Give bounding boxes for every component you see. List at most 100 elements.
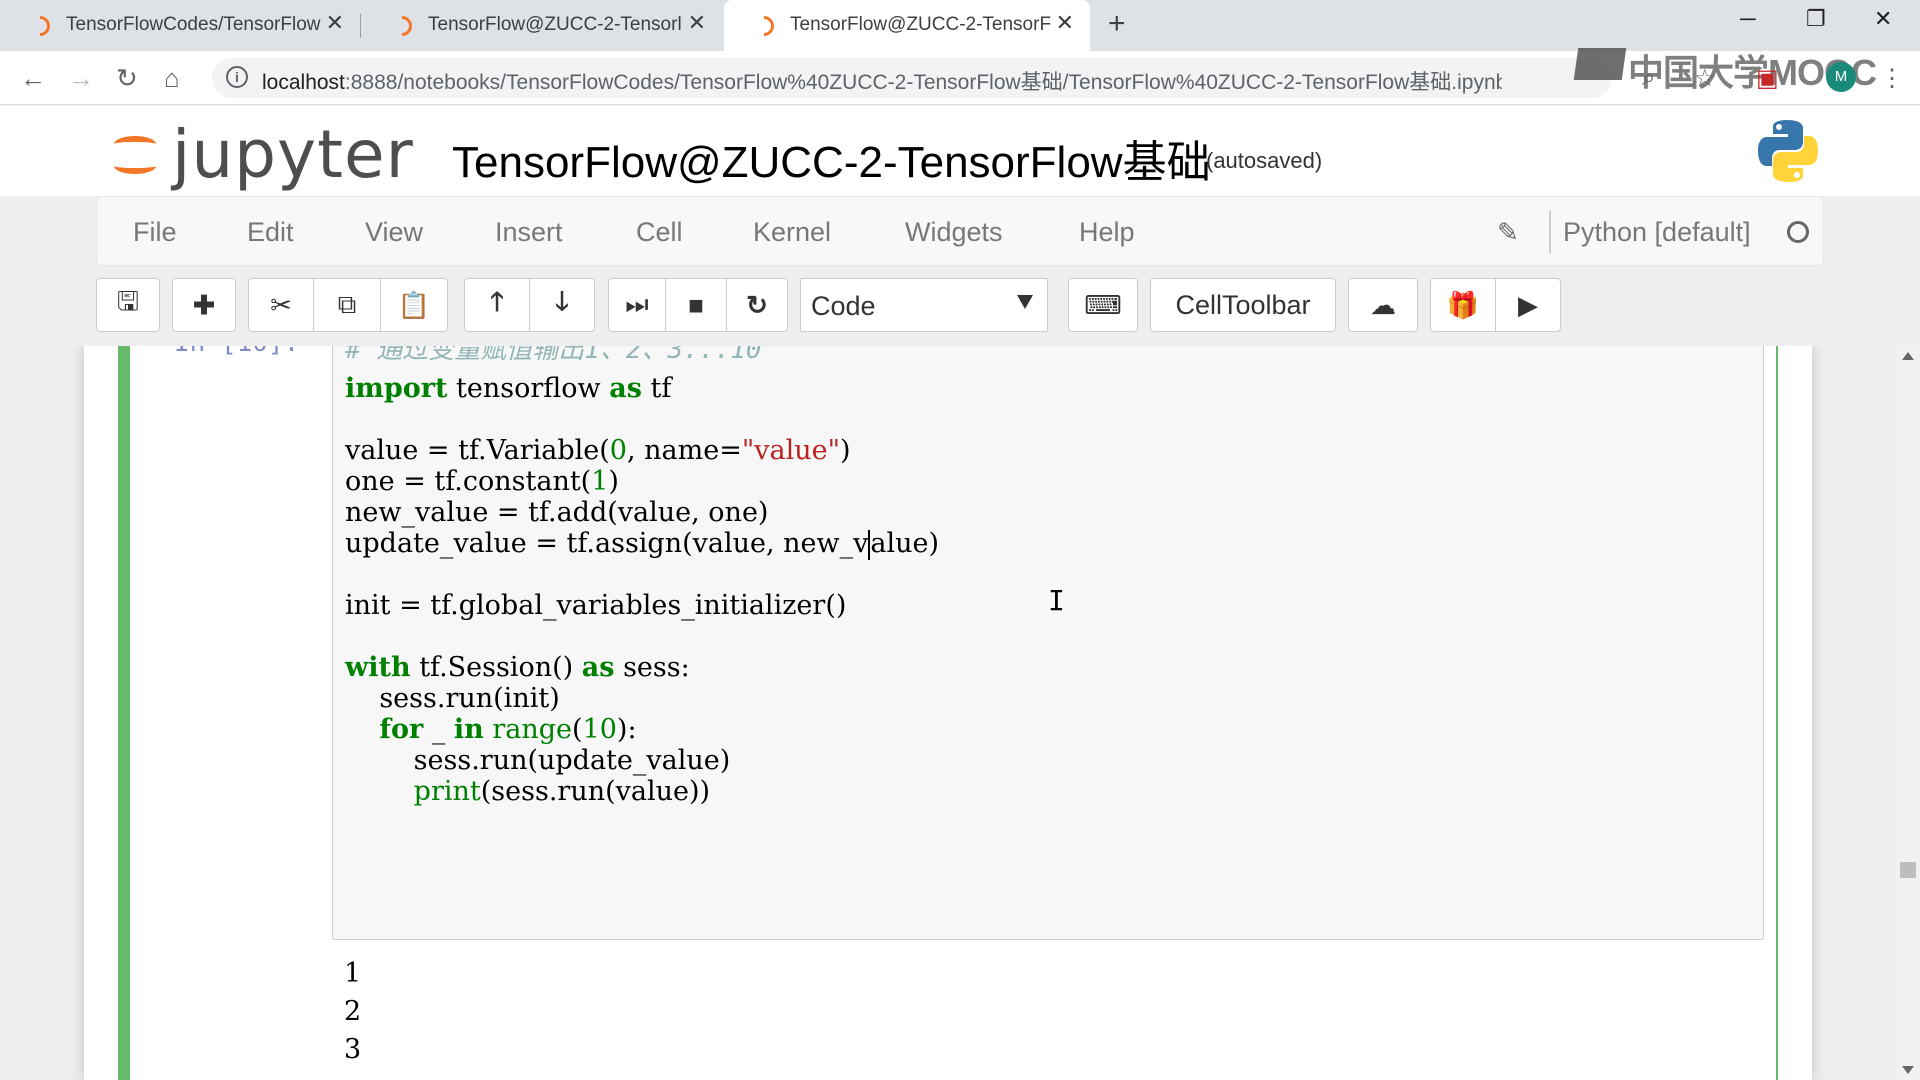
jupyter-favicon-icon [25,11,55,41]
menu-cell[interactable]: Cell [636,217,683,248]
mooc-logo-icon [1573,48,1627,80]
keyboard-icon: ⌨ [1084,289,1122,320]
paste-button[interactable]: 📋 [380,278,448,332]
avatar[interactable]: M [1826,62,1856,92]
reload-icon[interactable]: ↻ [116,63,138,94]
floppy-disk-icon: 🖫 [116,286,140,316]
extension-icon[interactable]: ▣ [1756,64,1779,93]
arrow-down-icon: 🡓 [555,286,569,316]
output-line: 1 [344,958,362,989]
browser-tab-2[interactable]: TensorFlow@ZUCC-2-Tensorl ✕ [362,0,722,51]
more-menu-icon[interactable]: ⋮ [1880,64,1904,93]
bookmark-star-icon[interactable]: ☆ [1694,64,1716,93]
code-line-11: sess.run(init) [345,683,560,714]
url-field[interactable]: i localhost:8888/notebooks/TensorFlowCod… [212,58,1612,98]
python-logo-icon [1758,120,1818,182]
code-line-10: with tf.Session() as sess: [345,652,690,683]
close-icon[interactable]: ✕ [326,10,344,36]
move-down-button[interactable]: 🡓 [529,278,595,332]
tab-title: TensorFlow@ZUCC-2-Tensorl [428,14,682,35]
new-tab-button[interactable]: + [1108,7,1126,41]
output-line: 3 [344,1034,362,1065]
upload-button[interactable]: ☁ [1348,278,1418,332]
menu-insert[interactable]: Insert [495,217,563,248]
close-window-icon[interactable]: ✕ [1874,6,1892,32]
plus-icon: ✚ [193,289,215,320]
code-line-12: for _ in range(10): [379,714,637,745]
code-line-14: print(sess.run(value)) [413,776,711,807]
scrollbar-thumb[interactable] [1900,862,1916,878]
zoom-icon[interactable]: ⌕ [1642,64,1655,92]
play-icon: ▶ [1518,289,1538,320]
jupyter-header: jupyter TensorFlow@ZUCC-2-TensorFlow基础 (… [0,106,1920,196]
kernel-name[interactable]: Python [default] [1563,217,1751,248]
stop-icon: ■ [688,289,704,320]
info-icon[interactable]: i [226,66,248,88]
paste-icon: 📋 [397,289,431,320]
back-arrow-icon[interactable]: ← [20,63,46,94]
close-icon[interactable]: ✕ [688,10,706,36]
output-line: 2 [344,996,362,1027]
code-editor[interactable]: # 通过变量赋值输出1、2、3...10 import tensorflow a… [332,346,1764,940]
notebook-toolbar: 🖫 ✚ ✂ ⧉ 📋 🡑 🡓 ⏭ ■ ↻ Code ⌨ CellToolbar ☁… [96,278,1824,334]
jupyter-logo[interactable]: jupyter [112,116,414,193]
step-forward-icon: ⏭ [625,289,649,319]
jupyter-favicon-icon [749,11,779,41]
cell-type-value: Code [811,291,876,321]
run-cell-button[interactable]: ⏭ [608,278,666,332]
menu-widgets[interactable]: Widgets [905,217,1003,248]
menu-file[interactable]: File [133,217,177,248]
jupyter-swirl-icon [112,132,158,178]
cell-selected-indicator [118,346,130,1080]
code-line-3: value = tf.Variable(0, name="value") [345,435,851,466]
save-button[interactable]: 🖫 [96,278,160,332]
notebook-area: In [10]: # 通过变量赋值输出1、2、3...10 import ten… [0,346,1920,1080]
command-palette-button[interactable]: ⌨ [1068,278,1138,332]
kernel-idle-indicator-icon [1787,221,1809,243]
copy-button[interactable]: ⧉ [313,278,381,332]
gift-button[interactable]: 🎁 [1430,278,1496,332]
restore-icon[interactable]: ❐ [1806,6,1826,32]
text-cursor [868,529,871,560]
forward-arrow-icon[interactable]: → [68,63,94,94]
cloud-upload-icon: ☁ [1370,289,1396,320]
insert-cell-below-button[interactable]: ✚ [172,278,236,332]
edit-mode-pencil-icon: ✎ [1497,217,1519,247]
gift-icon: 🎁 [1446,289,1480,320]
browser-tab-1[interactable]: TensorFlowCodes/TensorFlow ✕ [0,0,360,51]
move-up-button[interactable]: 🡑 [464,278,530,332]
autosave-status: (autosaved) [1206,148,1323,173]
scroll-down-arrow-icon[interactable] [1902,1066,1914,1074]
menubar: File Edit View Insert Cell Kernel Widget… [96,196,1824,266]
code-line-6: update_value = tf.assign(value, new_valu… [345,528,940,560]
cut-button[interactable]: ✂ [248,278,314,332]
browser-tab-3-active[interactable]: TensorFlow@ZUCC-2-TensorF ✕ [724,0,1090,51]
slideshow-button[interactable]: ▶ [1495,278,1561,332]
home-icon[interactable]: ⌂ [164,63,180,94]
refresh-icon: ↻ [746,289,768,320]
scroll-up-arrow-icon[interactable] [1902,352,1914,360]
menu-help[interactable]: Help [1079,217,1135,248]
scissors-icon: ✂ [270,289,292,320]
code-line-1: import tensorflow as tf [345,373,672,404]
url-text: localhost:8888/notebooks/TensorFlowCodes… [262,71,1502,94]
code-line-13: sess.run(update_value) [345,745,731,776]
vertical-scrollbar[interactable] [1896,346,1920,1080]
celltoolbar-button[interactable]: CellToolbar [1150,278,1336,332]
tab-title: TensorFlowCodes/TensorFlow [66,14,321,35]
menu-view[interactable]: View [365,217,423,248]
interrupt-kernel-button[interactable]: ■ [665,278,727,332]
code-line-8: init = tf.global_variables_initializer() [345,590,847,621]
code-line-4: one = tf.constant(1) [345,466,619,497]
mouse-ibeam-cursor-icon: I [1048,584,1065,617]
copy-icon: ⧉ [337,289,357,319]
code-line-5: new_value = tf.add(value, one) [345,497,769,528]
cell-type-select[interactable]: Code [800,278,1048,332]
notebook-title[interactable]: TensorFlow@ZUCC-2-TensorFlow基础 [452,126,1211,190]
minimize-icon[interactable]: ─ [1740,6,1756,32]
menu-edit[interactable]: Edit [247,217,294,248]
close-icon[interactable]: ✕ [1056,10,1074,36]
jupyter-favicon-icon [387,11,417,41]
menu-kernel[interactable]: Kernel [753,217,831,248]
restart-kernel-button[interactable]: ↻ [726,278,788,332]
